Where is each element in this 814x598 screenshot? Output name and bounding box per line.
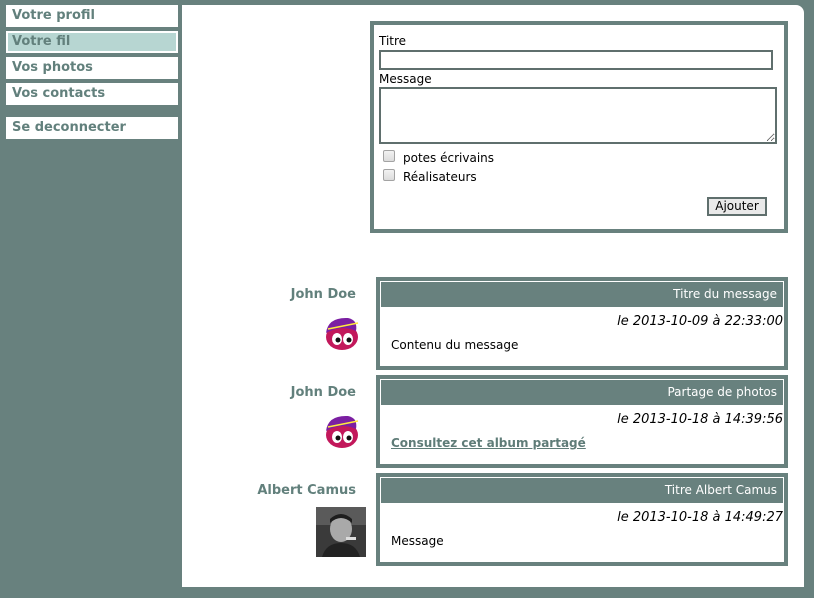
message-label: Message [379,72,432,86]
post-author[interactable]: John Doe [291,287,356,302]
post-date: le 2013-10-18 à 14:49:27 [617,510,783,525]
shared-album-link[interactable]: Consultez cet album partagé [391,436,586,450]
group-checkbox-directors[interactable] [383,169,395,181]
group-label-writers: potes écrivains [403,151,495,165]
cartoon-face-avatar [326,415,359,448]
add-button[interactable]: Ajouter [707,197,767,216]
message-textarea[interactable] [379,87,777,144]
sidebar-item-photos[interactable]: Vos photos [6,57,178,79]
portrait-photo-avatar [316,507,366,557]
new-message-form: Titre Message potes écrivains Réalisateu… [370,21,788,233]
post-date: le 2013-10-18 à 14:39:56 [617,412,783,427]
post-body: Consultez cet album partagé [380,436,784,450]
cartoon-face-avatar [326,317,359,350]
post-author[interactable]: Albert Camus [257,483,356,498]
title-label: Titre [379,34,407,48]
post-author[interactable]: John Doe [291,385,356,400]
post-title: Titre Albert Camus [381,478,783,503]
post-date: le 2013-10-09 à 22:33:00 [617,314,783,329]
post-card: Titre Albert Camus le 2013-10-18 à 14:49… [376,473,788,566]
title-input[interactable] [379,50,773,70]
main-panel: Titre Message potes écrivains Réalisateu… [182,5,804,587]
sidebar-item-fil[interactable]: Votre fil [6,31,178,53]
group-label-directors: Réalisateurs [403,170,477,184]
logout-link[interactable]: Se deconnecter [6,117,178,139]
sidebar-item-profil[interactable]: Votre profil [6,5,178,27]
group-checkbox-writers[interactable] [383,150,395,162]
post-card: Partage de photos le 2013-10-18 à 14:39:… [376,375,788,468]
post-body: Message [391,534,444,548]
post-title: Titre du message [381,282,783,307]
sidebar-item-contacts[interactable]: Vos contacts [6,83,178,105]
post-title: Partage de photos [381,380,783,405]
post-card: Titre du message le 2013-10-09 à 22:33:0… [376,277,788,370]
post-body: Contenu du message [391,338,519,352]
